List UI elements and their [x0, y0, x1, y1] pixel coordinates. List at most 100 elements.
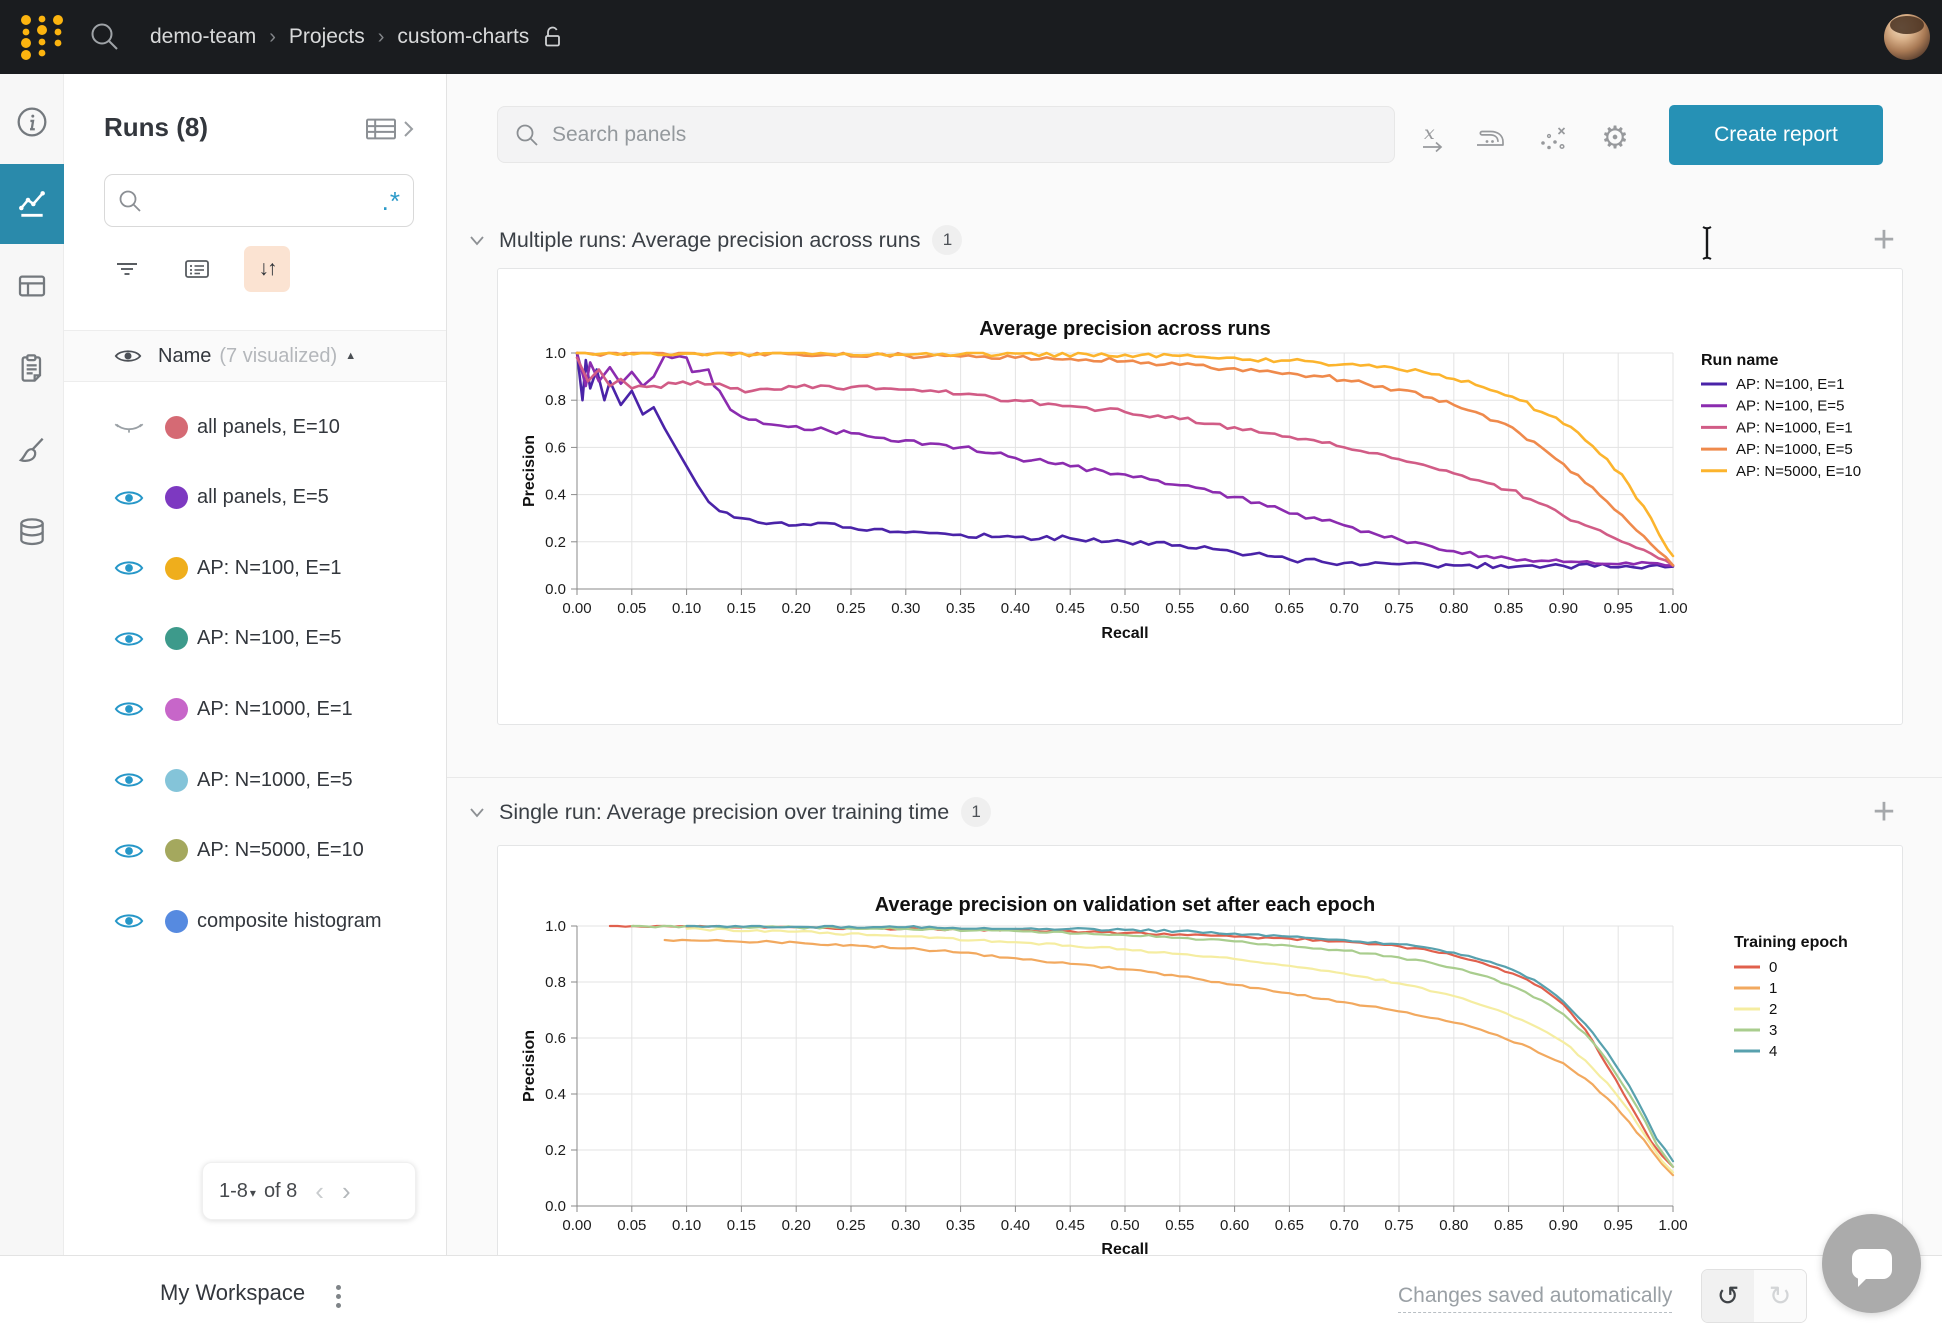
panel-avg-precision-across-runs[interactable]: 0.00.20.40.60.81.00.000.050.100.150.200.…	[497, 268, 1903, 725]
runs-table-expand-button[interactable]	[364, 114, 420, 144]
runs-name-column-header[interactable]: Name (7 visualized) ▲	[64, 330, 446, 382]
database-icon	[16, 516, 48, 548]
section-title[interactable]: Single run: Average precision over train…	[499, 800, 949, 825]
svg-text:0.90: 0.90	[1549, 600, 1578, 617]
svg-text:0.75: 0.75	[1384, 1217, 1413, 1234]
add-panel-button[interactable]: +	[1866, 794, 1902, 830]
svg-text:1: 1	[1769, 980, 1777, 997]
add-panel-button[interactable]: +	[1866, 222, 1902, 258]
svg-text:0.6: 0.6	[545, 439, 566, 456]
run-color-dot[interactable]	[165, 486, 188, 509]
global-search-icon[interactable]	[88, 20, 122, 54]
eye-visible-toggle[interactable]	[114, 628, 144, 650]
svg-text:0.65: 0.65	[1275, 600, 1304, 617]
svg-text:AP: N=1000, E=5: AP: N=1000, E=5	[1736, 441, 1853, 458]
rail-item-info[interactable]	[0, 82, 64, 162]
panel-count-badge: 1	[961, 797, 991, 827]
svg-text:0.2: 0.2	[545, 534, 566, 551]
x-axis-settings-button[interactable]: x	[1415, 120, 1451, 156]
rail-item-charts[interactable]	[0, 164, 64, 244]
smoothing-button[interactable]	[1472, 120, 1508, 156]
svg-text:0.10: 0.10	[672, 600, 701, 617]
eye-visible-toggle[interactable]	[114, 910, 144, 932]
x-axis-icon: x	[1417, 122, 1449, 154]
run-label[interactable]: AP: N=1000, E=5	[197, 769, 353, 792]
eye-visible-toggle[interactable]	[114, 769, 144, 791]
svg-text:Average precision on validatio: Average precision on validation set afte…	[875, 894, 1376, 916]
breadcrumb-projects[interactable]: Projects	[289, 25, 365, 49]
run-color-dot[interactable]	[165, 839, 188, 862]
run-color-dot[interactable]	[165, 416, 188, 439]
run-color-dot[interactable]	[165, 698, 188, 721]
workspace-menu-button[interactable]	[328, 1276, 348, 1316]
prev-page-button[interactable]: ‹	[315, 1181, 324, 1201]
eye-visible-toggle[interactable]	[114, 698, 144, 720]
panel-search-input[interactable]	[552, 123, 1378, 147]
create-report-button[interactable]: Create report	[1669, 105, 1883, 165]
section-title[interactable]: Multiple runs: Average precision across …	[499, 228, 920, 253]
svg-text:Average precision across runs: Average precision across runs	[979, 318, 1271, 340]
run-label[interactable]: AP: N=100, E=5	[197, 627, 342, 650]
next-page-button[interactable]: ›	[342, 1181, 351, 1201]
run-color-dot[interactable]	[165, 557, 188, 580]
wandb-logo-icon[interactable]	[16, 12, 68, 62]
left-icon-rail	[0, 74, 64, 1255]
run-label[interactable]: AP: N=1000, E=1	[197, 698, 353, 721]
chevron-right-icon	[402, 119, 414, 139]
run-label[interactable]: AP: N=100, E=1	[197, 557, 342, 580]
filter-button[interactable]	[104, 246, 150, 292]
svg-text:1.00: 1.00	[1658, 1217, 1687, 1234]
rail-item-notes[interactable]	[0, 328, 64, 408]
search-icon	[514, 122, 540, 148]
svg-text:0.00: 0.00	[562, 1217, 591, 1234]
svg-text:3: 3	[1769, 1022, 1777, 1039]
sort-button[interactable]: ↓↑	[244, 246, 290, 292]
redo-button[interactable]: ↻	[1754, 1270, 1806, 1322]
run-color-dot[interactable]	[165, 769, 188, 792]
chat-bubble-icon	[1852, 1249, 1892, 1279]
run-label[interactable]: composite histogram	[197, 910, 382, 933]
user-avatar[interactable]	[1884, 14, 1930, 60]
regex-toggle[interactable]: .*	[382, 191, 401, 211]
svg-text:0.40: 0.40	[1001, 600, 1030, 617]
eye-hidden-toggle[interactable]	[114, 416, 144, 438]
svg-text:0.50: 0.50	[1110, 1217, 1139, 1234]
runs-sidebar: Runs (8) .*	[64, 74, 447, 1255]
runs-pagination: 1-8 ▾ of 8 ‹ ›	[202, 1162, 416, 1220]
group-button[interactable]	[174, 246, 220, 292]
settings-button[interactable]: ⚙	[1597, 120, 1633, 156]
page-range-dropdown[interactable]: 1-8	[219, 1180, 248, 1203]
svg-text:0.25: 0.25	[836, 600, 865, 617]
breadcrumb-project[interactable]: custom-charts	[397, 25, 529, 49]
rail-item-sweeps[interactable]	[0, 410, 64, 490]
svg-text:0.75: 0.75	[1384, 600, 1413, 617]
filter-icon	[113, 257, 141, 281]
eye-visible-toggle[interactable]	[114, 557, 144, 579]
outliers-button[interactable]	[1535, 120, 1571, 156]
chevron-down-icon[interactable]	[467, 802, 487, 822]
run-row: AP: N=1000, E=1	[64, 685, 446, 733]
chevron-down-icon[interactable]	[467, 230, 487, 250]
svg-text:0.45: 0.45	[1056, 600, 1085, 617]
list-icon	[183, 257, 211, 281]
run-label[interactable]: all panels, E=10	[197, 416, 340, 439]
run-row: all panels, E=5	[64, 474, 446, 522]
broom-icon	[16, 434, 48, 466]
help-chat-button[interactable]	[1822, 1214, 1921, 1313]
run-color-dot[interactable]	[165, 910, 188, 933]
breadcrumb-team[interactable]: demo-team	[150, 25, 256, 49]
breadcrumb: demo-team › Projects › custom-charts	[150, 0, 564, 74]
eye-visible-toggle[interactable]	[114, 487, 144, 509]
eye-visible-toggle[interactable]	[114, 840, 144, 862]
rail-item-table[interactable]	[0, 246, 64, 326]
sort-asc-icon: ▲	[345, 350, 356, 362]
undo-button[interactable]: ↺	[1702, 1270, 1754, 1322]
run-label[interactable]: AP: N=5000, E=10	[197, 839, 364, 862]
runs-search-input[interactable]	[143, 190, 382, 211]
rail-item-artifacts[interactable]	[0, 492, 64, 572]
workspace-selector[interactable]: My Workspace	[160, 1280, 305, 1306]
runs-panel-title: Runs (8)	[104, 112, 208, 143]
run-color-dot[interactable]	[165, 627, 188, 650]
run-label[interactable]: all panels, E=5	[197, 486, 329, 509]
breadcrumb-separator: ›	[378, 26, 385, 49]
